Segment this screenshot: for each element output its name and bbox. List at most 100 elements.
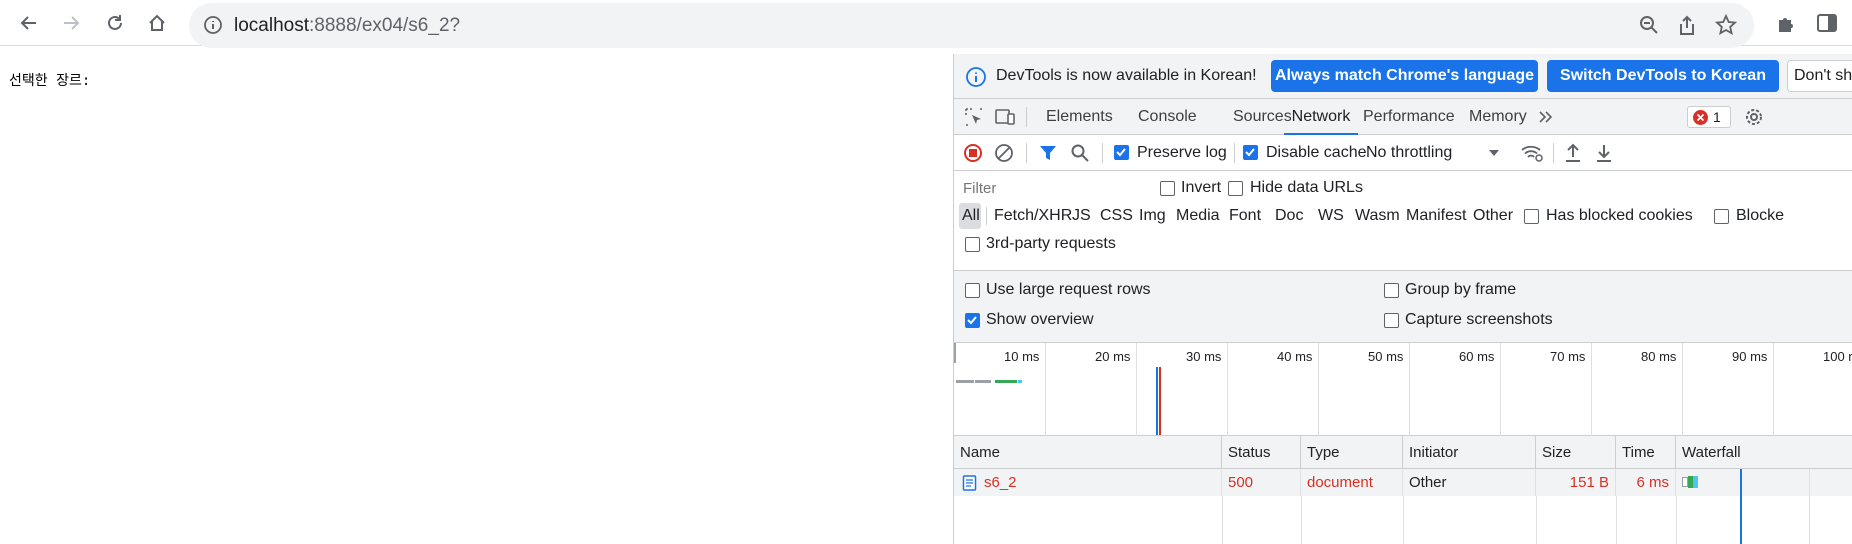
filter-separator: [986, 207, 987, 225]
overview-tick-label: 20 ms: [1095, 349, 1131, 364]
filter-input[interactable]: [960, 176, 1145, 200]
type-filter-img[interactable]: Img: [1139, 207, 1166, 225]
back-arrow-icon[interactable]: [16, 10, 42, 36]
overview-gridline: [1227, 343, 1228, 436]
tab-memory[interactable]: Memory: [1469, 99, 1527, 135]
settings-gear-icon[interactable]: [1744, 107, 1764, 127]
device-toolbar-icon[interactable]: [994, 107, 1016, 127]
tab-sources[interactable]: Sources: [1233, 99, 1292, 135]
disable-cache-label: Disable cache: [1266, 144, 1367, 161]
info-icon[interactable]: [203, 15, 223, 35]
type-filter-other[interactable]: Other: [1473, 207, 1513, 225]
row-waterfall: [1676, 469, 1852, 496]
import-har-icon[interactable]: [1564, 143, 1582, 163]
col-waterfall[interactable]: Waterfall: [1676, 436, 1852, 469]
hide-data-urls-checkbox[interactable]: [1228, 181, 1243, 196]
record-stop-icon[interactable]: [963, 143, 983, 163]
type-filter-fetch-xhr[interactable]: Fetch/XHR: [994, 207, 1072, 225]
tab-elements[interactable]: Elements: [1046, 99, 1113, 135]
selected-genre-label: 선택한 장르:: [9, 73, 91, 89]
overview-tick-label: 90 ms: [1732, 349, 1768, 364]
overview-bar-waiting: [975, 380, 991, 383]
type-filter-media[interactable]: Media: [1176, 207, 1220, 225]
hide-data-urls-label: Hide data URLs: [1250, 179, 1363, 196]
show-overview-checkbox[interactable]: [965, 313, 980, 328]
side-panel-icon[interactable]: [1816, 12, 1838, 34]
type-filter-manifest[interactable]: Manifest: [1406, 207, 1466, 225]
col-initiator[interactable]: Initiator: [1403, 436, 1536, 469]
forward-arrow-icon[interactable]: [58, 10, 84, 36]
capture-screenshots-checkbox[interactable]: [1384, 313, 1399, 328]
clear-icon[interactable]: [994, 143, 1014, 163]
disable-cache-checkbox[interactable]: [1243, 145, 1258, 160]
row-type: document: [1301, 469, 1403, 496]
type-filter-all[interactable]: All: [962, 207, 980, 225]
column-divider: [1403, 496, 1404, 544]
table-row[interactable]: s6_2 500 document Other 151 B 6 ms: [954, 469, 1852, 496]
type-filter-css[interactable]: CSS: [1100, 207, 1133, 225]
toolbar-separator: [1553, 143, 1554, 163]
overview-gridline: [1682, 343, 1683, 436]
large-request-rows-checkbox[interactable]: [965, 283, 980, 298]
error-count-badge[interactable]: 1: [1687, 106, 1731, 128]
overview-tick-label: 30 ms: [1186, 349, 1222, 364]
zoom-icon[interactable]: [1639, 15, 1659, 35]
info-circle-icon: [965, 66, 987, 88]
col-time[interactable]: Time: [1616, 436, 1676, 469]
tab-console[interactable]: Console: [1138, 99, 1197, 135]
search-icon[interactable]: [1070, 143, 1090, 163]
invert-label: Invert: [1181, 179, 1222, 196]
reload-icon[interactable]: [102, 10, 128, 36]
load-event-marker: [1159, 367, 1161, 435]
inspect-element-icon[interactable]: [964, 107, 984, 127]
overview-gridline: [1500, 343, 1501, 436]
overview-bar-waiting: [956, 380, 974, 383]
show-overview-label: Show overview: [986, 311, 1094, 328]
type-filter-doc[interactable]: Doc: [1275, 207, 1303, 225]
throttling-select[interactable]: No throttling: [1366, 144, 1452, 162]
type-filter-wasm[interactable]: Wasm: [1355, 207, 1400, 225]
network-overview-timeline[interactable]: 10 ms 20 ms 30 ms 40 ms 50 ms 60 ms 70 m…: [954, 343, 1852, 436]
group-by-frame-checkbox[interactable]: [1384, 283, 1399, 298]
overview-tick-label: 40 ms: [1277, 349, 1313, 364]
more-tabs-chevron-icon[interactable]: [1537, 109, 1555, 125]
extensions-puzzle-icon[interactable]: [1776, 12, 1798, 34]
filter-funnel-icon[interactable]: [1038, 143, 1058, 163]
col-name[interactable]: Name: [954, 436, 1222, 469]
export-har-icon[interactable]: [1595, 143, 1613, 163]
overview-gridline: [1591, 343, 1592, 436]
tab-network[interactable]: Network: [1284, 99, 1358, 135]
blocked-requests-checkbox[interactable]: [1714, 209, 1729, 224]
col-size[interactable]: Size: [1536, 436, 1616, 469]
tab-network-label: Network: [1291, 108, 1351, 125]
home-icon[interactable]: [144, 10, 170, 36]
type-filter-ws[interactable]: WS: [1318, 207, 1344, 225]
dont-show-again-button[interactable]: Don't show a: [1787, 60, 1852, 92]
address-bar[interactable]: localhost:8888/ex04/s6_2?: [189, 3, 1754, 48]
col-type[interactable]: Type: [1301, 436, 1403, 469]
document-icon: [962, 475, 977, 491]
error-x-icon: [1693, 110, 1708, 125]
bookmark-star-icon[interactable]: [1715, 14, 1737, 36]
tab-performance[interactable]: Performance: [1363, 99, 1455, 135]
preserve-log-checkbox[interactable]: [1114, 145, 1129, 160]
switch-to-korean-button[interactable]: Switch DevTools to Korean: [1547, 60, 1779, 92]
overview-drag-handle[interactable]: [954, 343, 956, 363]
infobar-message: DevTools is now available in Korean!: [996, 67, 1257, 84]
col-status[interactable]: Status: [1222, 436, 1301, 469]
network-conditions-icon[interactable]: [1520, 143, 1544, 163]
column-divider: [1301, 496, 1302, 544]
waterfall-gridline: [1809, 469, 1810, 544]
tab-separator: [1026, 107, 1027, 127]
waterfall-dom-loaded-line: [1740, 469, 1742, 544]
third-party-checkbox[interactable]: [965, 237, 980, 252]
invert-checkbox[interactable]: [1160, 181, 1175, 196]
dropdown-caret-icon[interactable]: [1488, 149, 1500, 157]
type-filter-font[interactable]: Font: [1229, 207, 1261, 225]
always-match-language-button[interactable]: Always match Chrome's language: [1271, 60, 1538, 92]
has-blocked-cookies-checkbox[interactable]: [1524, 209, 1539, 224]
type-filter-js[interactable]: JS: [1072, 207, 1091, 225]
overview-gridline: [1318, 343, 1319, 436]
share-icon[interactable]: [1677, 14, 1697, 36]
language-infobar: DevTools is now available in Korean! Alw…: [954, 54, 1852, 99]
